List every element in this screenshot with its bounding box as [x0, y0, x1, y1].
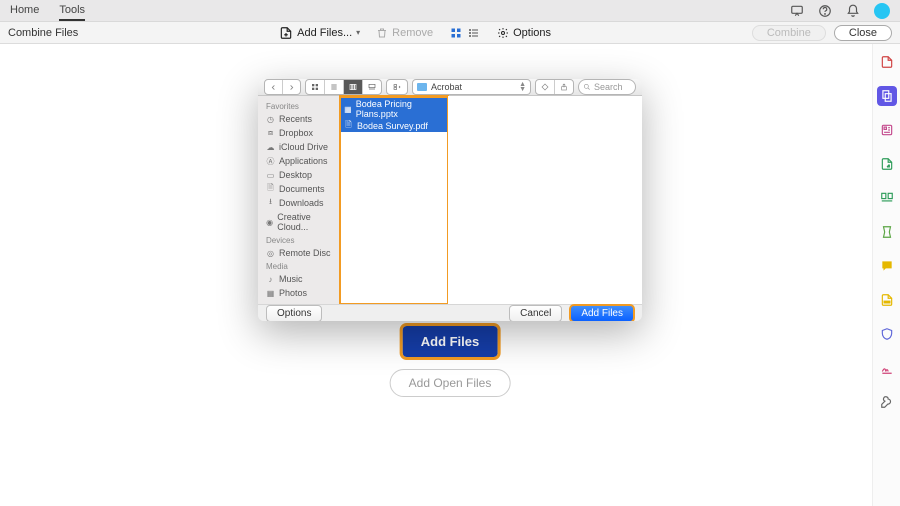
remove-button: Remove: [376, 27, 433, 39]
close-button[interactable]: Close: [834, 25, 892, 41]
dropbox-icon: ⧈: [266, 129, 275, 138]
sign-icon[interactable]: [877, 358, 897, 378]
form-icon[interactable]: [877, 120, 897, 140]
tab-tools[interactable]: Tools: [59, 1, 85, 21]
tool-toolbar: Combine Files Add Files... ▾ Remove Opti…: [0, 22, 900, 44]
avatar[interactable]: [874, 3, 890, 19]
tag-icon[interactable]: [536, 80, 555, 94]
redact-icon[interactable]: [877, 290, 897, 310]
downloads-icon: ⭳: [266, 199, 275, 208]
cloud-icon: ☁: [266, 143, 275, 152]
view-gallery-icon[interactable]: [363, 80, 381, 94]
nav-fwd-icon[interactable]: [283, 80, 300, 94]
sidebar-item-applications[interactable]: ⒶApplications: [258, 154, 339, 168]
sidebar-item-remote-disc[interactable]: ◎Remote Disc: [258, 246, 339, 260]
right-sidebar: [872, 44, 900, 506]
nav-back-icon[interactable]: [265, 80, 283, 94]
sidebar-section-head: Devices: [258, 234, 339, 246]
dialog-options-button[interactable]: Options: [266, 305, 322, 321]
add-files-button[interactable]: Add Files: [403, 326, 498, 357]
sidebar-section-head: Media: [258, 260, 339, 272]
view-columns-icon[interactable]: [344, 80, 363, 94]
page-title: Combine Files: [8, 27, 78, 39]
search-input[interactable]: Search: [578, 79, 636, 95]
add-open-files-button[interactable]: Add Open Files: [390, 369, 511, 397]
group-icon[interactable]: [387, 80, 407, 94]
cancel-button[interactable]: Cancel: [509, 305, 562, 321]
dialog-footer: Options Cancel Add Files: [258, 304, 642, 321]
sidebar-item-music[interactable]: ♪Music: [258, 272, 339, 286]
share-icon[interactable]: [555, 80, 573, 94]
folder-icon: [417, 83, 427, 91]
dialog-add-files-button[interactable]: Add Files: [570, 305, 634, 321]
file-item[interactable]: 🗎Bodea Survey.pdf: [340, 120, 447, 132]
documents-icon: 🗎: [266, 185, 275, 194]
pptx-icon: ▦: [344, 105, 352, 114]
combine-icon[interactable]: [877, 86, 897, 106]
help-icon[interactable]: [818, 4, 832, 18]
photos-icon: ▦: [266, 289, 275, 298]
chevron-updown-icon: ▲▼: [519, 82, 526, 92]
bell-icon[interactable]: [846, 4, 860, 18]
music-icon: ♪: [266, 275, 275, 284]
file-preview: [448, 96, 642, 304]
comment-icon[interactable]: [877, 256, 897, 276]
file-item[interactable]: ▦Bodea Pricing Plans.pptx: [340, 96, 447, 120]
view-list-icon[interactable]: [325, 80, 344, 94]
sidebar-item-photos[interactable]: ▦Photos: [258, 286, 339, 300]
file-list: ▦Bodea Pricing Plans.pptx 🗎Bodea Survey.…: [340, 96, 448, 304]
create-pdf-icon[interactable]: [877, 52, 897, 72]
cc-icon: ◉: [266, 218, 273, 227]
organize-icon[interactable]: [877, 188, 897, 208]
export-icon[interactable]: [877, 154, 897, 174]
desktop-icon: ▭: [266, 171, 275, 180]
compress-icon[interactable]: [877, 222, 897, 242]
sidebar-item-creative-cloud[interactable]: ◉Creative Cloud...: [258, 210, 339, 234]
pdf-icon: 🗎: [344, 122, 353, 131]
tab-home[interactable]: Home: [10, 1, 39, 21]
sidebar-section-head: Favorites: [258, 100, 339, 112]
clock-icon: ◷: [266, 115, 275, 124]
dialog-sidebar: Favorites ◷Recents ⧈Dropbox ☁iCloud Driv…: [258, 96, 340, 304]
sidebar-item-dropbox[interactable]: ⧈Dropbox: [258, 126, 339, 140]
app-menubar: Home Tools: [0, 0, 900, 22]
chat-icon[interactable]: [790, 4, 804, 18]
sidebar-item-desktop[interactable]: ▭Desktop: [258, 168, 339, 182]
protect-icon[interactable]: [877, 324, 897, 344]
disc-icon: ◎: [266, 249, 275, 258]
sidebar-item-recents[interactable]: ◷Recents: [258, 112, 339, 126]
dialog-toolbar: Acrobat ▲▼ Search: [258, 79, 642, 96]
list-view-icon[interactable]: [467, 26, 481, 40]
more-tools-icon[interactable]: [877, 392, 897, 412]
sidebar-item-documents[interactable]: 🗎Documents: [258, 182, 339, 196]
file-open-dialog: Acrobat ▲▼ Search Favorites ◷Recents ⧈Dr…: [258, 79, 642, 321]
grid-view-icon[interactable]: [449, 26, 463, 40]
add-files-dropdown[interactable]: Add Files... ▾: [279, 26, 360, 40]
view-icons-icon[interactable]: [306, 80, 325, 94]
options-button[interactable]: Options: [497, 27, 551, 39]
location-dropdown[interactable]: Acrobat ▲▼: [412, 79, 531, 95]
sidebar-item-downloads[interactable]: ⭳Downloads: [258, 196, 339, 210]
sidebar-item-icloud[interactable]: ☁iCloud Drive: [258, 140, 339, 154]
combine-button: Combine: [752, 25, 826, 41]
apps-icon: Ⓐ: [266, 157, 275, 166]
